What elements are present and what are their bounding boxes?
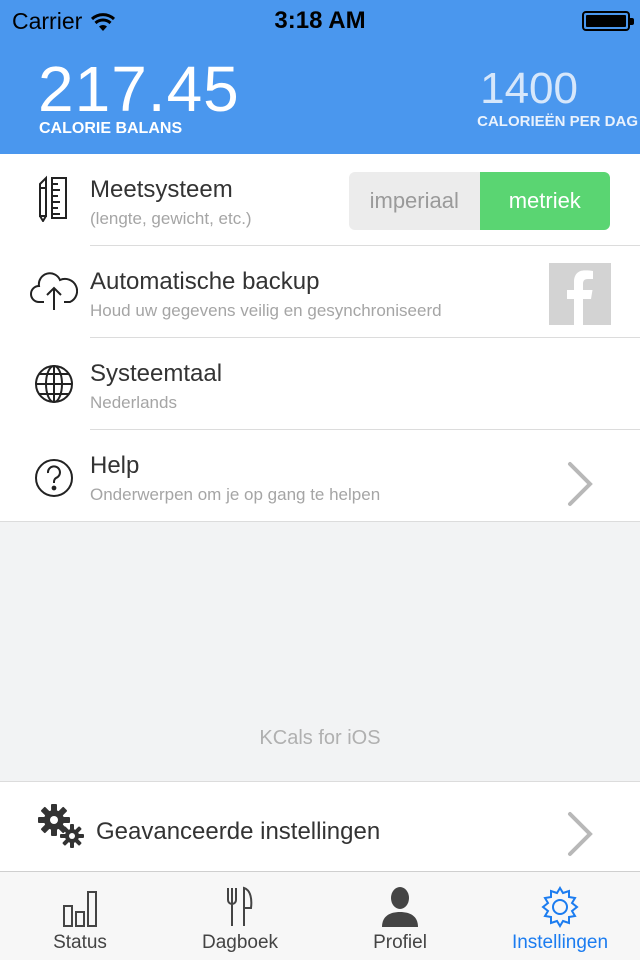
advanced-settings-row[interactable]: Geavanceerde instellingen	[0, 781, 640, 871]
setting-language-title: Systeemtaal	[90, 360, 223, 387]
setting-help[interactable]: Help Onderwerpen om je op gang te helpen	[0, 430, 640, 522]
setting-help-subtitle: Onderwerpen om je op gang te helpen	[90, 485, 381, 504]
settings-list: Meetsysteem (lengte, gewicht, etc.) impe…	[0, 154, 640, 522]
question-icon	[35, 459, 73, 497]
setting-units: Meetsysteem (lengte, gewicht, etc.) impe…	[0, 154, 640, 246]
tab-profile-label: Profiel	[373, 932, 427, 953]
setting-backup-title: Automatische backup	[90, 268, 320, 295]
calorie-balance-value: 217.45	[38, 53, 240, 125]
gear-icon	[541, 886, 579, 928]
tab-diary[interactable]: Dagboek	[160, 872, 320, 960]
setting-language-subtitle: Nederlands	[90, 393, 177, 412]
bar-chart-icon	[63, 891, 97, 927]
tab-settings[interactable]: Instellingen	[480, 872, 640, 960]
app-version-note: KCals for iOS	[259, 727, 381, 749]
setting-help-title: Help	[90, 452, 140, 479]
setting-backup-subtitle: Houd uw gegevens veilig en gesynchronise…	[90, 301, 442, 320]
facebook-icon[interactable]	[549, 263, 611, 325]
setting-backup[interactable]: Automatische backup Houd uw gegevens vei…	[0, 246, 640, 338]
clock: 3:18 AM	[274, 7, 366, 34]
advanced-settings-title: Geavanceerde instellingen	[96, 818, 381, 845]
tab-status-label: Status	[53, 932, 107, 953]
ruler-pencil-icon	[39, 175, 67, 222]
setting-units-title: Meetsysteem	[90, 176, 233, 203]
fork-knife-icon	[227, 886, 253, 926]
tab-status[interactable]: Status	[0, 872, 160, 960]
tab-profile[interactable]: Profiel	[320, 872, 480, 960]
tab-diary-label: Dagboek	[201, 932, 279, 953]
globe-icon	[35, 365, 73, 403]
battery-icon	[582, 11, 634, 31]
status-bar: Carrier 3:18 AM	[0, 0, 640, 40]
cloud-upload-icon	[30, 272, 78, 310]
calories-per-day-label: CALORIEËN PER DAG	[477, 113, 638, 130]
chevron-right-icon	[568, 812, 593, 856]
person-icon	[382, 887, 418, 927]
setting-units-subtitle: (lengte, gewicht, etc.)	[90, 209, 252, 228]
setting-language[interactable]: Systeemtaal Nederlands	[0, 338, 640, 430]
chevron-right-icon	[568, 462, 593, 506]
calorie-balance-label: CALORIE BALANS	[39, 120, 183, 137]
unit-option-imperial[interactable]: imperiaal	[349, 172, 480, 230]
gears-icon	[38, 804, 84, 848]
units-segmented-control: imperiaal metriek	[349, 172, 610, 230]
calorie-header: 217.45 CALORIE BALANS 1400 CALORIEËN PER…	[0, 40, 640, 154]
unit-option-metric[interactable]: metriek	[479, 172, 610, 230]
tab-settings-label: Instellingen	[511, 932, 609, 953]
calories-per-day-value: 1400	[480, 64, 578, 113]
tab-bar: Status Dagboek Profiel Instellingen	[0, 871, 640, 960]
